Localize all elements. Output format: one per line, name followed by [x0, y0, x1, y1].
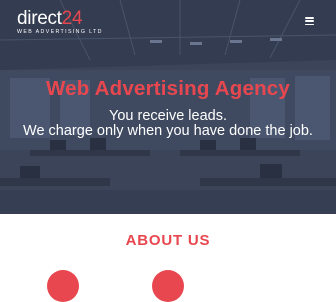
- hero-section: direct24 WEB ADVERTISING LTD Web Adverti…: [0, 0, 336, 214]
- brand-name-main: direct: [17, 8, 62, 29]
- feature-circle-icon: [152, 270, 184, 302]
- about-us-heading: ABOUT US: [125, 232, 211, 249]
- brand-name: direct24: [17, 9, 103, 29]
- hero-subtitle-line-2: We charge only when you have done the jo…: [23, 123, 313, 139]
- hero-subtitle-line-1: You receive leads.: [109, 108, 227, 124]
- menu-bar: [305, 23, 314, 25]
- brand-tagline: WEB ADVERTISING LTD: [17, 29, 103, 35]
- feature-circle-icon: [47, 270, 79, 302]
- hamburger-menu-icon[interactable]: [305, 17, 314, 25]
- brand-name-accent: 24: [61, 8, 83, 29]
- brand-logo[interactable]: direct24 WEB ADVERTISING LTD: [17, 9, 103, 36]
- hero-title: Web Advertising Agency: [46, 77, 290, 100]
- menu-bar: [305, 17, 314, 19]
- menu-bar: [305, 20, 314, 22]
